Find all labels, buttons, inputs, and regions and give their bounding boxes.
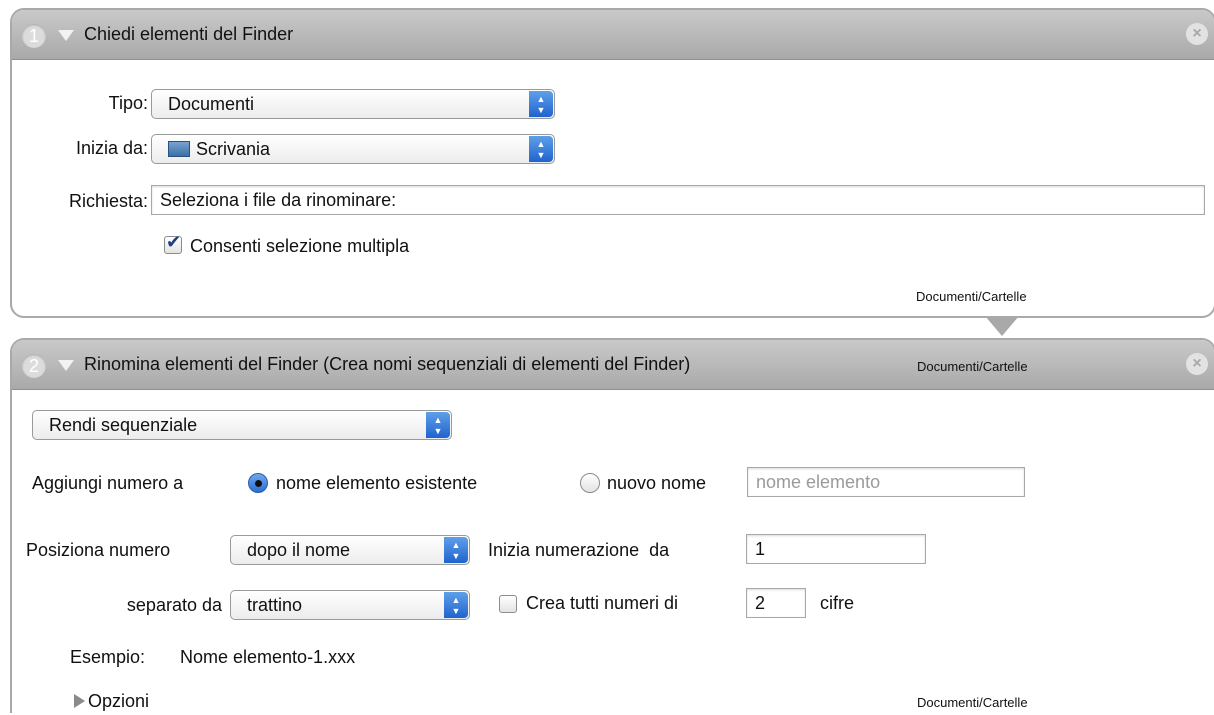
popup-arrows-icon: ▲ ▼	[529, 91, 553, 117]
radio-new-label: nuovo nome	[607, 473, 707, 493]
tipo-popup-value: Documenti	[168, 94, 255, 114]
richiesta-label: Richiesta:	[68, 191, 148, 211]
disclosure-triangle-icon[interactable]	[74, 694, 85, 708]
action1-output-type: Documenti/Cartelle	[916, 289, 1027, 304]
action-header[interactable]: 2 Rinomina elementi del Finder (Crea nom…	[12, 340, 1214, 390]
action-rename-finder-items: 2 Rinomina elementi del Finder (Crea nom…	[10, 338, 1214, 713]
action-ask-finder-items: 1 Chiedi elementi del Finder × Tipo: Doc…	[10, 8, 1214, 318]
rename-mode-value: Rendi sequenziale	[49, 415, 198, 435]
multi-select-checkbox[interactable]	[164, 232, 182, 254]
collapse-triangle-icon[interactable]	[58, 30, 74, 41]
inizia-da-popup[interactable]: Scrivania ▲ ▼	[151, 134, 555, 164]
inizia-da-popup-value: Scrivania	[196, 139, 271, 159]
crea-numeri-label: Crea tutti numeri di	[526, 593, 679, 613]
close-action-button[interactable]: ×	[1186, 353, 1208, 375]
separato-label: separato da	[126, 595, 222, 615]
inizia-numerazione-label: Inizia numerazione da	[488, 540, 670, 560]
richiesta-field[interactable]: Seleziona i file da rinominare:	[151, 185, 1205, 215]
collapse-triangle-icon[interactable]	[58, 360, 74, 371]
opzioni-label[interactable]: Opzioni	[88, 691, 149, 712]
posiziona-popup[interactable]: dopo il nome ▲ ▼	[230, 535, 470, 565]
action-connector-arrow	[985, 316, 1019, 336]
step-number-badge: 1	[22, 24, 46, 48]
action2-output-type: Documenti/Cartelle	[917, 695, 1028, 710]
radio-new-name[interactable]	[580, 473, 600, 493]
rename-mode-popup[interactable]: Rendi sequenziale ▲ ▼	[32, 410, 452, 440]
inizia-da-label: Inizia da:	[75, 138, 148, 158]
esempio-label: Esempio:	[70, 647, 146, 667]
new-name-field[interactable]: nome elemento	[747, 467, 1025, 497]
separator-popup[interactable]: trattino ▲ ▼	[230, 590, 470, 620]
popup-arrows-icon: ▲ ▼	[426, 412, 450, 438]
esempio-value: Nome elemento-1.xxx	[180, 647, 356, 667]
action-header[interactable]: 1 Chiedi elementi del Finder ×	[12, 10, 1214, 60]
digits-field[interactable]: 2	[746, 588, 806, 618]
aggiungi-label: Aggiungi numero a	[32, 473, 184, 493]
action2-input-type: Documenti/Cartelle	[917, 359, 1028, 374]
close-action-button[interactable]: ×	[1186, 23, 1208, 45]
cifre-label: cifre	[820, 593, 855, 613]
popup-arrows-icon: ▲ ▼	[444, 537, 468, 563]
radio-existing-name[interactable]	[248, 473, 268, 493]
fixed-digits-checkbox[interactable]	[499, 595, 517, 613]
radio-existing-label: nome elemento esistente	[276, 473, 478, 493]
tipo-label: Tipo:	[108, 93, 148, 113]
tipo-popup[interactable]: Documenti ▲ ▼	[151, 89, 555, 119]
popup-arrows-icon: ▲ ▼	[444, 592, 468, 618]
posiziona-value: dopo il nome	[247, 540, 351, 560]
start-number-field[interactable]: 1	[746, 534, 926, 564]
posiziona-label: Posiziona numero	[26, 540, 171, 560]
separator-value: trattino	[247, 595, 303, 615]
multi-select-label: Consenti selezione multipla	[190, 236, 410, 256]
action-title: Rinomina elementi del Finder (Crea nomi …	[84, 354, 691, 374]
desktop-folder-icon	[168, 141, 190, 157]
action-title: Chiedi elementi del Finder	[84, 24, 294, 44]
step-number-badge: 2	[22, 354, 46, 378]
popup-arrows-icon: ▲ ▼	[529, 136, 553, 162]
